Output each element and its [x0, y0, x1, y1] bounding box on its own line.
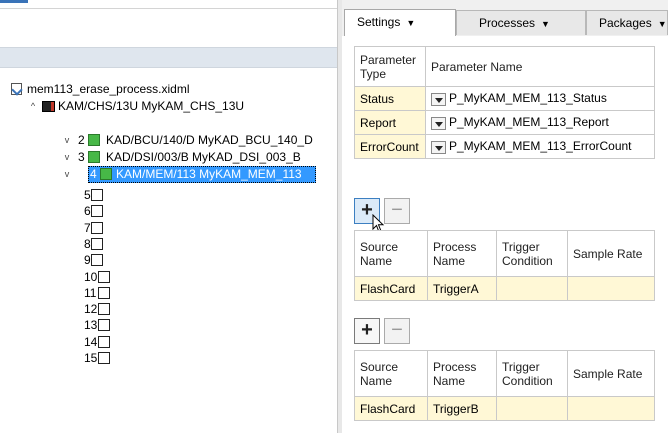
add-process-button[interactable]: +	[354, 318, 380, 344]
process-table-header: Source Name Process Name Trigger Conditi…	[354, 230, 655, 277]
module-icon	[100, 168, 112, 180]
module-icon	[88, 134, 100, 146]
chevron-down-icon[interactable]: v	[62, 166, 72, 183]
tab-packages-label: Packages	[599, 16, 652, 30]
empty-slot-icon	[98, 336, 110, 348]
trigger-condition-cell[interactable]	[496, 276, 568, 301]
tab-processes-label: Processes	[479, 16, 536, 30]
tab-settings-label: Settings	[357, 15, 401, 29]
slot-number: 11	[84, 286, 97, 300]
parameter-type-cell: ErrorCount	[354, 134, 426, 159]
dropdown-icon[interactable]	[431, 116, 446, 130]
parameter-table: Parameter Type Parameter Name Status P_M…	[354, 46, 655, 159]
slot-number: 10	[84, 270, 98, 284]
header-process-name: Process Name	[427, 350, 497, 397]
tree-header-band	[0, 47, 337, 68]
empty-slot-icon	[91, 189, 103, 201]
slot-number: 12	[84, 302, 98, 316]
header-parameter-type: Parameter Type	[354, 46, 426, 87]
slot-number: 15	[84, 351, 98, 365]
chevron-up-icon[interactable]: ^	[28, 98, 38, 115]
remove-process-button[interactable]: −	[384, 198, 410, 224]
chevron-down-icon[interactable]: v	[62, 132, 72, 149]
parameter-type-cell: Status	[354, 86, 426, 111]
slot-number: 7	[84, 221, 91, 235]
slot-number: 3	[78, 150, 85, 164]
module-label: KAD/BCU/140/D MyKAD_BCU_140_D	[106, 133, 313, 147]
tab-strip: Settings ▼ Processes ▼ Packages ▼	[342, 0, 668, 37]
header-process-name: Process Name	[427, 230, 497, 277]
empty-slot-icon	[98, 303, 110, 315]
parameter-name-cell[interactable]: P_MyKAM_MEM_113_Report	[425, 110, 655, 135]
tab-packages[interactable]: Packages ▼	[586, 10, 668, 35]
process-name-cell[interactable]: TriggerA	[427, 276, 497, 301]
remove-process-button[interactable]: −	[384, 318, 410, 344]
header-sample-rate: Sample Rate	[567, 350, 655, 397]
header-trigger-condition: Trigger Condition	[496, 350, 568, 397]
header-parameter-name: Parameter Name	[425, 46, 655, 87]
chassis-label: KAM/CHS/13U MyKAM_CHS_13U	[58, 99, 245, 113]
source-name-cell[interactable]: FlashCard	[354, 276, 428, 301]
header-sample-rate: Sample Rate	[567, 230, 655, 277]
chevron-down-icon[interactable]: v	[62, 149, 72, 166]
parameter-name-value: P_MyKAM_MEM_113_Report	[449, 115, 609, 130]
dropdown-icon[interactable]	[431, 140, 446, 154]
tab-settings[interactable]: Settings ▼	[344, 9, 456, 36]
sample-rate-cell[interactable]	[567, 396, 655, 421]
empty-slot-icon	[91, 222, 103, 234]
slot-number: 4	[90, 167, 97, 181]
empty-slot-icon	[98, 271, 110, 283]
empty-slot-icon	[91, 205, 103, 217]
top-divider	[0, 8, 337, 9]
empty-slot-icon	[98, 352, 110, 364]
slot-number: 14	[84, 335, 98, 349]
header-source-name: Source Name	[354, 230, 428, 277]
empty-slot-icon	[91, 254, 103, 266]
dropdown-icon[interactable]	[431, 92, 446, 106]
tree-pane: mem113_erase_process.xidml ^ KAM/CHS/13U…	[0, 0, 337, 433]
parameter-type-cell: Report	[354, 110, 426, 135]
parameter-name-value: P_MyKAM_MEM_113_Status	[449, 91, 607, 106]
process-name-cell[interactable]: TriggerB	[427, 396, 497, 421]
process-row[interactable]: FlashCard TriggerB	[354, 396, 655, 421]
empty-slot-icon	[98, 287, 110, 299]
tree-root-label: mem113_erase_process.xidml	[27, 82, 190, 96]
module-icon	[88, 151, 100, 163]
top-accent	[0, 0, 28, 3]
process-table-header: Source Name Process Name Trigger Conditi…	[354, 350, 655, 397]
parameter-name-cell[interactable]: P_MyKAM_MEM_113_Status	[425, 86, 655, 111]
slot-number: 5	[84, 188, 91, 202]
parameter-row[interactable]: Status P_MyKAM_MEM_113_Status	[354, 86, 655, 111]
xidml-file-icon	[11, 83, 22, 95]
parameter-table-header: Parameter Type Parameter Name	[354, 46, 655, 87]
settings-content: Parameter Type Parameter Name Status P_M…	[342, 36, 668, 433]
caret-down-icon: ▼	[541, 19, 550, 29]
module-label: KAM/MEM/113 MyKAM_MEM_113	[116, 167, 302, 181]
caret-down-icon: ▼	[406, 18, 416, 28]
parameter-name-value: P_MyKAM_MEM_113_ErrorCount	[449, 139, 632, 154]
header-trigger-condition: Trigger Condition	[496, 230, 568, 277]
module-label: KAD/DSI/003/B MyKAD_DSI_003_B	[106, 150, 301, 164]
properties-pane: Settings ▼ Processes ▼ Packages ▼ Parameter…	[342, 0, 668, 433]
process-row[interactable]: FlashCard TriggerA	[354, 276, 655, 301]
empty-slot-icon	[98, 319, 110, 331]
chassis-icon	[42, 101, 55, 112]
slot-number: 8	[84, 237, 91, 251]
header-source-name: Source Name	[354, 350, 428, 397]
caret-down-icon: ▼	[657, 19, 667, 29]
parameter-name-cell[interactable]: P_MyKAM_MEM_113_ErrorCount	[425, 134, 655, 159]
source-name-cell[interactable]: FlashCard	[354, 396, 428, 421]
slot-number: 13	[84, 318, 98, 332]
tab-processes[interactable]: Processes ▼	[456, 10, 586, 35]
parameter-row[interactable]: Report P_MyKAM_MEM_113_Report	[354, 110, 655, 135]
slot-number: 9	[84, 253, 91, 267]
process-table-1: Source Name Process Name Trigger Conditi…	[354, 230, 655, 301]
slot-number: 6	[84, 204, 91, 218]
slot-number: 2	[78, 133, 85, 147]
trigger-condition-cell[interactable]	[496, 396, 568, 421]
sample-rate-cell[interactable]	[567, 276, 655, 301]
process-table-2: Source Name Process Name Trigger Conditi…	[354, 350, 655, 421]
parameter-row[interactable]: ErrorCount P_MyKAM_MEM_113_ErrorCount	[354, 134, 655, 159]
empty-slot-icon	[91, 238, 103, 250]
